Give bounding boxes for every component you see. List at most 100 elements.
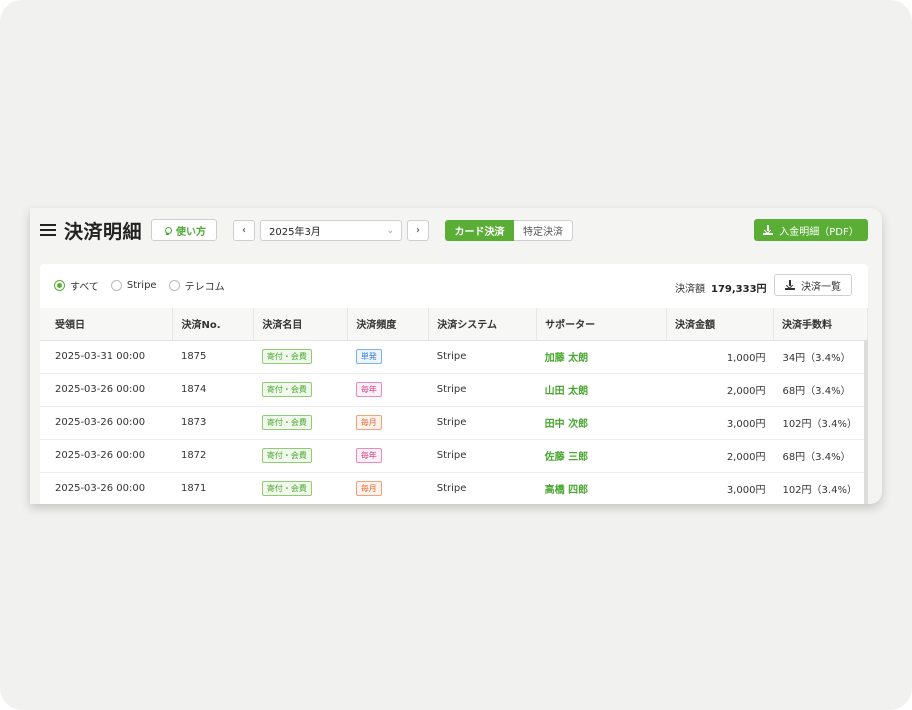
total-value: 179,333円 [711, 284, 767, 295]
table-header-row: 受領日 決済No. 決済名目 決済頻度 決済システム サポーター 決済金額 決済… [40, 308, 868, 341]
download-icon [763, 225, 774, 235]
chevron-down-icon: ⌄ [386, 226, 394, 236]
cell-date: 2025-03-26 00:00 [40, 406, 173, 440]
cell-no: 1875 [172, 340, 254, 374]
frequency-badge: 毎月 [355, 481, 382, 496]
total-label: 決済額 [675, 284, 705, 295]
chevron-right-icon: › [416, 225, 420, 236]
table-row[interactable]: 2025-03-26 00:00 1874 寄付・会費 毎年 Stripe 山田… [40, 373, 868, 407]
filter-telecom-label: テレコム [184, 282, 225, 293]
cell-supporter[interactable]: 佐藤 三郎 [536, 439, 667, 473]
cell-no: 1872 [172, 439, 254, 473]
radio-selected-icon [54, 280, 65, 291]
item-badge: 寄付・会費 [261, 382, 312, 397]
payment-list-label: 決済一覧 [801, 281, 841, 293]
cell-fee: 68円（3.4%） [773, 439, 868, 473]
cell-date: 2025-03-26 00:00 [40, 373, 173, 407]
download-icon [785, 280, 795, 290]
cell-fee: 102円（3.4%） [773, 406, 868, 440]
payment-type-tabs: カード決済 特定決済 [445, 220, 573, 241]
cell-amount: 3,000円 [666, 472, 774, 504]
cell-frequency: 毎年 [347, 439, 429, 473]
prev-month-button[interactable]: ‹ [233, 220, 255, 241]
column-header[interactable]: 決済No. [172, 308, 255, 341]
radio-icon [110, 280, 122, 291]
page-header: 決済明細 [40, 219, 142, 243]
cell-no: 1871 [172, 472, 254, 504]
cell-amount: 2,000円 [666, 373, 774, 407]
column-header[interactable]: 決済金額 [666, 308, 774, 341]
tab-specific-payment[interactable]: 特定決済 [514, 220, 573, 241]
deposit-pdf-label: 入金明細（PDF） [779, 226, 859, 238]
cell-system: Stripe [428, 340, 537, 374]
cell-system: Stripe [428, 406, 537, 440]
filter-all[interactable]: すべて [54, 278, 99, 293]
cell-date: 2025-03-31 00:00 [40, 340, 173, 374]
cell-frequency: 毎年 [347, 373, 429, 407]
column-header[interactable]: 決済名目 [253, 308, 349, 341]
filter-all-label: すべて [70, 282, 99, 293]
cell-amount: 3,000円 [666, 406, 774, 440]
cell-fee: 102円（3.4%） [773, 472, 868, 504]
cell-supporter[interactable]: 加藤 太朗 [536, 340, 667, 374]
frequency-badge: 毎月 [355, 415, 382, 430]
column-header[interactable]: サポーター [536, 308, 668, 341]
month-select[interactable]: 2025年3月 ⌄ [260, 220, 402, 241]
tab-card-payment[interactable]: カード決済 [445, 220, 514, 241]
total-amount: 決済額 179,333円 [675, 280, 767, 295]
table-row[interactable]: 2025-03-26 00:00 1873 寄付・会費 毎月 Stripe 田中… [40, 406, 868, 440]
next-month-button[interactable]: › [407, 220, 429, 241]
cell-amount: 2,000円 [666, 439, 774, 473]
filter-stripe-label: Stripe [126, 280, 157, 291]
frequency-badge: 毎年 [355, 382, 382, 397]
cell-amount: 1,000円 [666, 340, 774, 374]
column-header[interactable]: 受領日 [40, 308, 174, 341]
table-row[interactable]: 2025-03-26 00:00 1872 寄付・会費 毎年 Stripe 佐藤… [40, 439, 868, 473]
vertical-scrollbar[interactable] [864, 340, 868, 504]
payment-list-button[interactable]: 決済一覧 [774, 274, 852, 296]
cell-item: 寄付・会費 [253, 340, 348, 374]
radio-icon [168, 280, 180, 291]
item-badge: 寄付・会費 [261, 415, 312, 430]
filter-telecom[interactable]: テレコム [168, 278, 225, 293]
system-filter: すべて Stripe テレコム [54, 278, 237, 293]
lightbulb-icon [162, 225, 173, 236]
filter-stripe[interactable]: Stripe [110, 280, 157, 291]
item-badge: 寄付・会費 [261, 481, 312, 496]
column-header[interactable]: 決済頻度 [347, 308, 430, 341]
howto-button[interactable]: 使い方 [151, 219, 217, 241]
payments-card: すべて Stripe テレコム 決済額 179,333円 決済一覧 受領日 決済N… [40, 264, 868, 504]
cell-item: 寄付・会費 [253, 472, 348, 504]
cell-frequency: 毎月 [347, 472, 429, 504]
deposit-pdf-button[interactable]: 入金明細（PDF） [754, 219, 868, 241]
cell-supporter[interactable]: 高橋 四郎 [536, 472, 667, 504]
list-icon [40, 224, 56, 236]
cell-fee: 34円（3.4%） [773, 340, 868, 374]
payments-table: 受領日 決済No. 決済名目 決済頻度 決済システム サポーター 決済金額 決済… [40, 308, 868, 504]
cell-system: Stripe [428, 472, 537, 504]
cell-supporter[interactable]: 山田 太朗 [536, 373, 667, 407]
cell-no: 1873 [172, 406, 254, 440]
column-header[interactable]: 決済手数料 [773, 308, 868, 341]
frequency-badge: 単発 [355, 349, 382, 364]
item-badge: 寄付・会費 [261, 448, 312, 463]
item-badge: 寄付・会費 [261, 349, 312, 364]
cell-no: 1874 [172, 373, 254, 407]
cell-fee: 68円（3.4%） [773, 373, 868, 407]
cell-item: 寄付・会費 [253, 439, 348, 473]
howto-label: 使い方 [176, 226, 206, 238]
cell-item: 寄付・会費 [253, 373, 348, 407]
column-header[interactable]: 決済システム [428, 308, 538, 341]
cell-item: 寄付・会費 [253, 406, 348, 440]
frequency-badge: 毎年 [355, 448, 382, 463]
cell-date: 2025-03-26 00:00 [40, 472, 173, 504]
cell-supporter[interactable]: 田中 次郎 [536, 406, 667, 440]
chevron-left-icon: ‹ [242, 225, 246, 236]
cell-system: Stripe [428, 373, 537, 407]
table-row[interactable]: 2025-03-31 00:00 1875 寄付・会費 単発 Stripe 加藤… [40, 340, 868, 374]
month-value: 2025年3月 [269, 227, 321, 238]
cell-frequency: 単発 [347, 340, 429, 374]
cell-date: 2025-03-26 00:00 [40, 439, 173, 473]
cell-system: Stripe [428, 439, 537, 473]
table-row[interactable]: 2025-03-26 00:00 1871 寄付・会費 毎月 Stripe 高橋… [40, 472, 868, 504]
